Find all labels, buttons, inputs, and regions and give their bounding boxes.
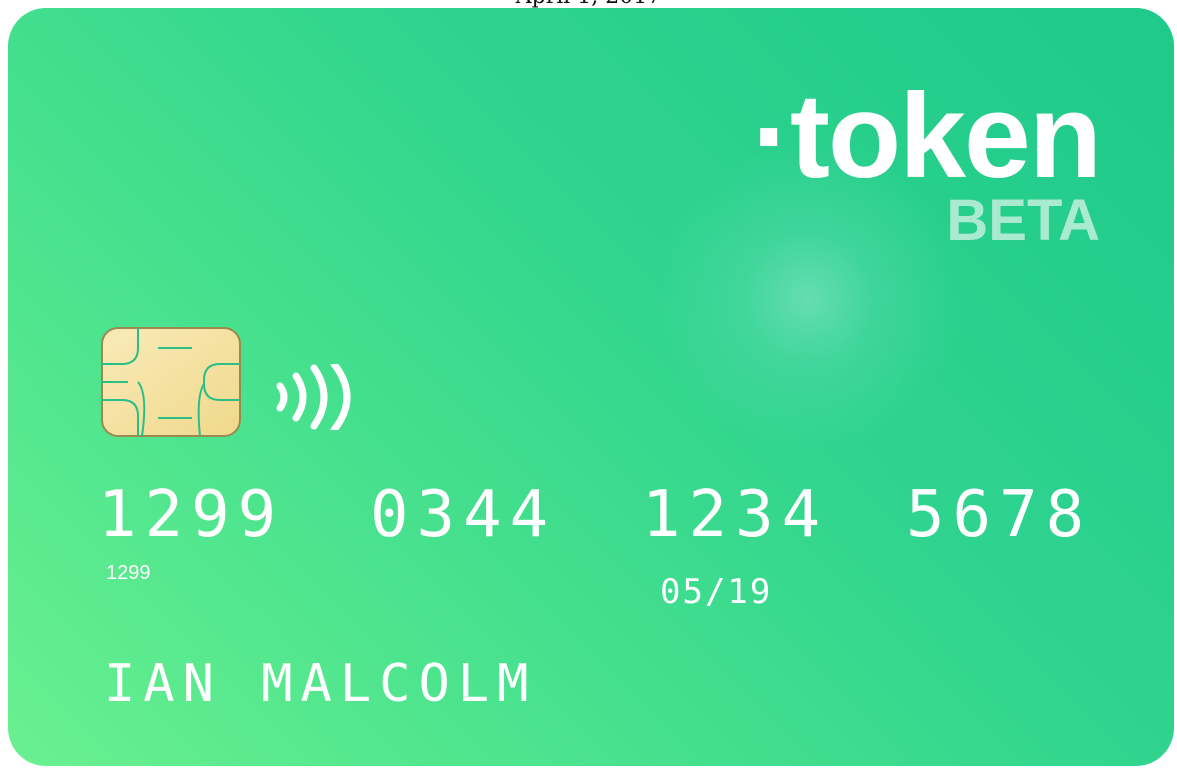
card-number-group-4: 5678 <box>906 478 1093 552</box>
card-number-group-2: 0344 <box>370 478 557 552</box>
contactless-icon <box>276 364 351 430</box>
card-number-group-1: 1299 <box>98 478 285 552</box>
chip-icon <box>101 327 241 437</box>
brand-logo: ·token BETA <box>752 69 1102 250</box>
card-number-group-3: 1234 <box>642 478 829 552</box>
card-number-small: 1299 <box>106 562 151 584</box>
brand-name: ·token <box>752 69 1102 203</box>
card-holder-name: IAN MALCOLM <box>104 654 537 714</box>
credit-card: ·token BETA 1299 0344 1234 5678 1299 05/… <box>8 8 1174 766</box>
expiry-date: 05/19 <box>660 572 773 612</box>
